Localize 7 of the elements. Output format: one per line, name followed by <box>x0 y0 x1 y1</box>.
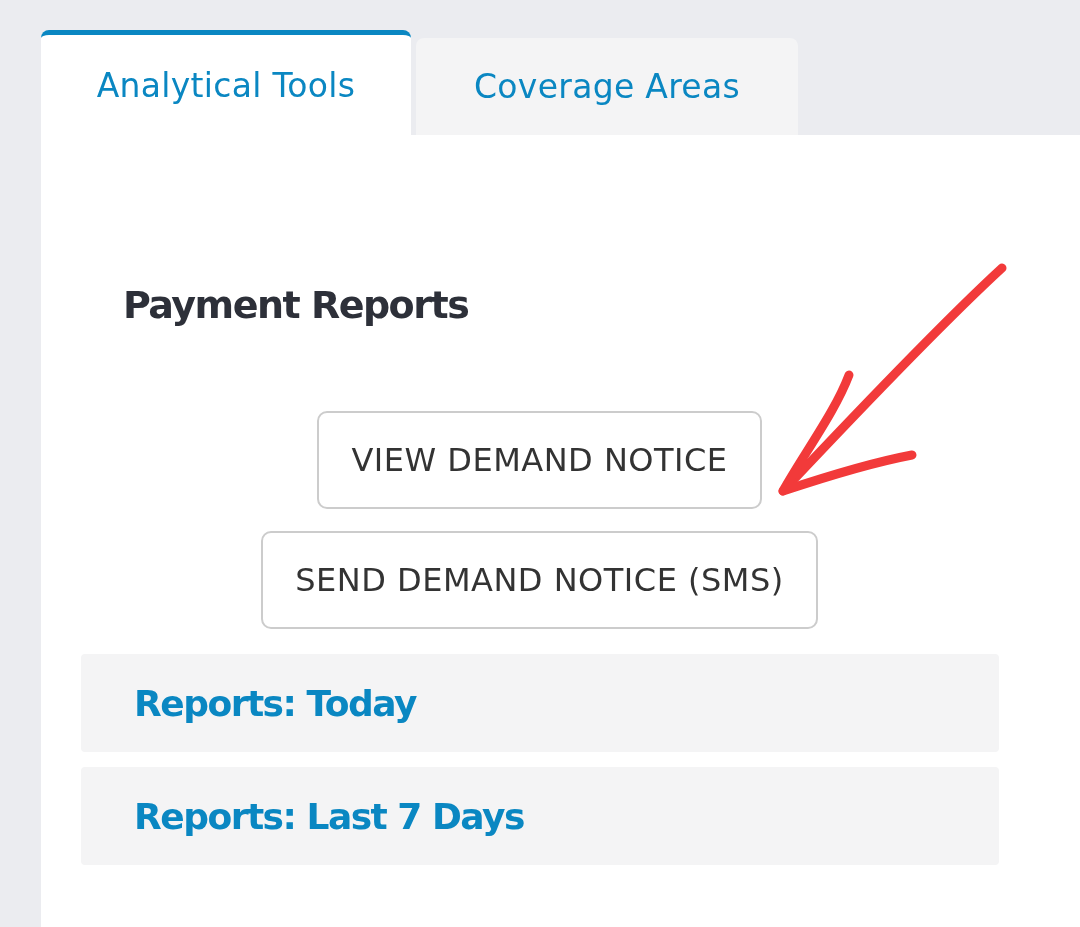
tab[interactable]: Coverage Areas <box>416 38 798 135</box>
report-button[interactable]: VIEW DEMAND NOTICE <box>317 411 762 509</box>
accordion-header[interactable]: Reports: Last 7 Days <box>81 767 999 865</box>
tab[interactable]: Analytical Tools <box>41 30 411 135</box>
section-title: Payment Reports <box>123 283 469 327</box>
accordion-header[interactable]: Reports: Today <box>81 654 999 752</box>
report-button[interactable]: SEND DEMAND NOTICE (SMS) <box>261 531 818 629</box>
